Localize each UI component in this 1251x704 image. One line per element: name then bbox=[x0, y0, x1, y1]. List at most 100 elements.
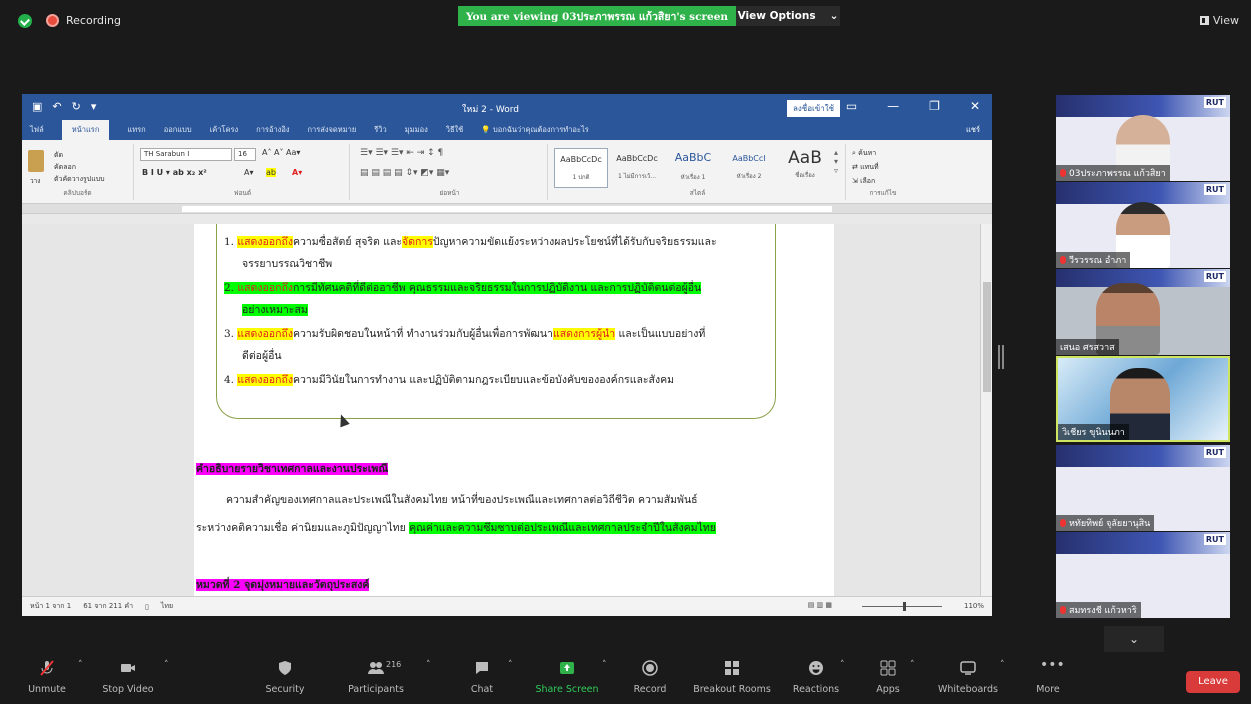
scroll-participants-down-icon[interactable]: ⌄ bbox=[1104, 626, 1164, 652]
breakout-rooms-button[interactable]: Breakout Rooms bbox=[690, 660, 774, 695]
highlight-color-icon[interactable]: ab bbox=[266, 168, 276, 177]
unmute-button[interactable]: Unmute bbox=[22, 660, 72, 695]
align-icons[interactable]: ▤ ▤ ▤ ▤ ⇕▾ ◩▾ ▦▾ bbox=[360, 168, 449, 178]
style-sample: AaBbCcI bbox=[732, 154, 766, 163]
font-color-icon[interactable]: A▾ bbox=[292, 168, 302, 177]
vertical-scrollbar[interactable] bbox=[980, 224, 992, 596]
font-name-dropdown[interactable]: TH Sarabun I bbox=[140, 148, 232, 161]
tab-view[interactable]: มุมมอง bbox=[405, 124, 428, 136]
participant-tile-active-speaker[interactable]: วิเชียร ขุนินนภา bbox=[1056, 356, 1230, 442]
zoom-percentage[interactable]: 110% bbox=[964, 602, 984, 610]
record-button[interactable]: Record bbox=[628, 660, 672, 695]
font-size-dropdown[interactable]: 16 bbox=[234, 148, 256, 161]
participants-options-caret[interactable]: ˄ bbox=[426, 660, 431, 670]
more-button[interactable]: ••• More bbox=[1030, 657, 1066, 695]
panel-splitter-handle[interactable] bbox=[998, 345, 1004, 369]
tab-home[interactable]: หน้าแรก bbox=[61, 120, 110, 140]
participant-tile[interactable]: RUT 03ประภาพรรณ แก้วสิยา bbox=[1056, 95, 1230, 181]
tab-layout[interactable]: เค้าโครง bbox=[210, 124, 239, 136]
highlighted-line: อย่างเหมาะสม bbox=[242, 304, 308, 316]
style-normal[interactable]: AaBbCcDc 1 ปกติ bbox=[554, 148, 608, 188]
share-button[interactable]: แชร์ bbox=[966, 124, 980, 136]
grow-font-icon[interactable]: A˄ A˅ Aa▾ bbox=[262, 148, 300, 157]
replace-button[interactable]: ⇄ แทนที่ bbox=[852, 162, 879, 173]
share-options-caret[interactable]: ˄ bbox=[602, 660, 607, 670]
page-count[interactable]: หน้า 1 จาก 1 bbox=[30, 601, 71, 612]
more-dots-icon: ••• bbox=[1040, 657, 1065, 673]
find-button[interactable]: ⌕ ค้นหา bbox=[852, 148, 876, 159]
tab-insert[interactable]: แทรก bbox=[127, 124, 145, 136]
undo-icon[interactable]: ↶ bbox=[52, 100, 61, 113]
proofing-icon[interactable]: ▯ bbox=[145, 603, 149, 611]
share-screen-button[interactable]: Share Screen bbox=[532, 660, 602, 695]
tab-help[interactable]: วิธีใช้ bbox=[446, 124, 464, 136]
view-button[interactable]: View bbox=[1199, 14, 1239, 27]
text-effects-icon[interactable]: A▾ bbox=[244, 168, 254, 177]
close-icon[interactable]: ✕ bbox=[970, 99, 980, 113]
save-icon[interactable]: ▣ bbox=[32, 100, 42, 113]
audio-options-caret[interactable]: ˄ bbox=[78, 660, 83, 670]
tab-file[interactable]: ไฟล์ bbox=[30, 124, 44, 136]
participant-tile[interactable]: RUT วีรวรรณ อำภา bbox=[1056, 182, 1230, 268]
security-button[interactable]: Security bbox=[262, 660, 308, 695]
paragraph-text: ระหว่างคติความเชื่อ ค่านิยมและภูมิปัญญาไ… bbox=[196, 522, 406, 534]
document-area[interactable]: 1. แสดงออกถึงความซื่อสัตย์ สุจริต และจัด… bbox=[22, 224, 980, 596]
format-painter-button[interactable]: ตัวคัดวางรูปแบบ bbox=[54, 174, 105, 185]
word-count[interactable]: 61 จาก 211 คำ bbox=[83, 601, 133, 612]
redo-icon[interactable]: ↻ bbox=[72, 100, 81, 113]
paste-label[interactable]: วาง bbox=[30, 176, 40, 186]
view-options-button[interactable]: View Options ⌄ bbox=[736, 6, 840, 26]
sign-in-button[interactable]: ลงชื่อเข้าใช้ bbox=[787, 100, 841, 117]
participant-tile[interactable]: RUT หทัยทิพย์ จุลัยยานุสิน bbox=[1056, 445, 1230, 531]
whiteboards-button[interactable]: Whiteboards bbox=[936, 660, 1000, 695]
style-title[interactable]: AaB ชื่อเรื่อง bbox=[778, 148, 832, 188]
participant-name: สมทรงชี แก้วหาริ bbox=[1056, 602, 1141, 618]
apps-options-caret[interactable]: ˄ bbox=[910, 660, 915, 670]
scrollbar-thumb[interactable] bbox=[983, 282, 991, 392]
horizontal-ruler[interactable] bbox=[22, 204, 992, 214]
security-shield-icon[interactable] bbox=[18, 14, 32, 28]
style-no-spacing[interactable]: AaBbCcDc 1 ไม่มีการเว้... bbox=[610, 148, 664, 188]
zoom-slider-knob[interactable] bbox=[903, 602, 906, 611]
chat-options-caret[interactable]: ˄ bbox=[508, 660, 513, 670]
ribbon-home: วาง ตัด คัดลอก ตัวคัดวางรูปแบบ คลิปบอร์ด… bbox=[22, 140, 992, 204]
list-bullets-icon[interactable]: ☰▾ ☰▾ ☰▾ ⇤ ⇥ ↕ ¶ bbox=[360, 148, 443, 158]
style-heading-1[interactable]: AaBbC หัวเรื่อง 1 bbox=[666, 148, 720, 188]
styles-more-icon[interactable]: ▴ ▾ ▿ bbox=[834, 148, 838, 175]
cut-button[interactable]: ตัด bbox=[54, 150, 63, 161]
apps-button[interactable]: Apps bbox=[870, 660, 906, 695]
participants-label: Participants bbox=[348, 684, 404, 695]
customize-icon[interactable]: ▾ bbox=[91, 100, 97, 113]
video-options-caret[interactable]: ˄ bbox=[164, 660, 169, 670]
zoom-slider[interactable] bbox=[862, 606, 942, 607]
participant-tile[interactable]: RUT สมทรงชี แก้วหาริ bbox=[1056, 532, 1230, 618]
tab-mailings[interactable]: การส่งจดหมาย bbox=[308, 124, 357, 136]
select-button[interactable]: ⇲ เลือก bbox=[852, 176, 875, 187]
paste-icon[interactable] bbox=[28, 150, 44, 172]
copy-button[interactable]: คัดลอก bbox=[54, 162, 76, 173]
leave-button[interactable]: Leave bbox=[1186, 671, 1240, 693]
participants-button[interactable]: 216 Participants bbox=[344, 660, 408, 695]
bold-italic-underline-icons[interactable]: B I U ▾ ab x₂ x² bbox=[142, 168, 207, 177]
language-label[interactable]: ไทย bbox=[161, 601, 173, 612]
more-label: More bbox=[1036, 684, 1060, 695]
unmute-label: Unmute bbox=[28, 684, 66, 695]
participant-name-text: 03ประภาพรรณ แก้วสิยา bbox=[1069, 169, 1166, 179]
replace-label: แทนที่ bbox=[860, 163, 879, 171]
tab-review[interactable]: รีวิว bbox=[374, 124, 386, 136]
stop-video-button[interactable]: Stop Video bbox=[98, 660, 158, 695]
tell-me-search[interactable]: 💡 บอกฉันว่าคุณต้องการทำอะไร bbox=[481, 124, 588, 136]
participant-tile[interactable]: RUT เสนอ ศรสวาส bbox=[1056, 269, 1230, 355]
view-mode-icons[interactable]: ▤ ▥ ▦ bbox=[808, 601, 832, 609]
minimize-icon[interactable]: — bbox=[887, 99, 899, 113]
ribbon-display-icon[interactable]: ▭ bbox=[846, 99, 857, 113]
reactions-button[interactable]: Reactions bbox=[790, 660, 842, 695]
tab-design[interactable]: ออกแบบ bbox=[164, 124, 192, 136]
restore-icon[interactable]: ❐ bbox=[929, 99, 940, 113]
tab-references[interactable]: การอ้างอิง bbox=[256, 124, 289, 136]
chat-button[interactable]: Chat bbox=[462, 660, 502, 695]
whiteboards-options-caret[interactable]: ˄ bbox=[1000, 660, 1005, 670]
style-heading-2[interactable]: AaBbCcI หัวเรื่อง 2 bbox=[722, 148, 776, 188]
reactions-options-caret[interactable]: ˄ bbox=[840, 660, 845, 670]
document-page[interactable]: 1. แสดงออกถึงความซื่อสัตย์ สุจริต และจัด… bbox=[194, 224, 834, 596]
